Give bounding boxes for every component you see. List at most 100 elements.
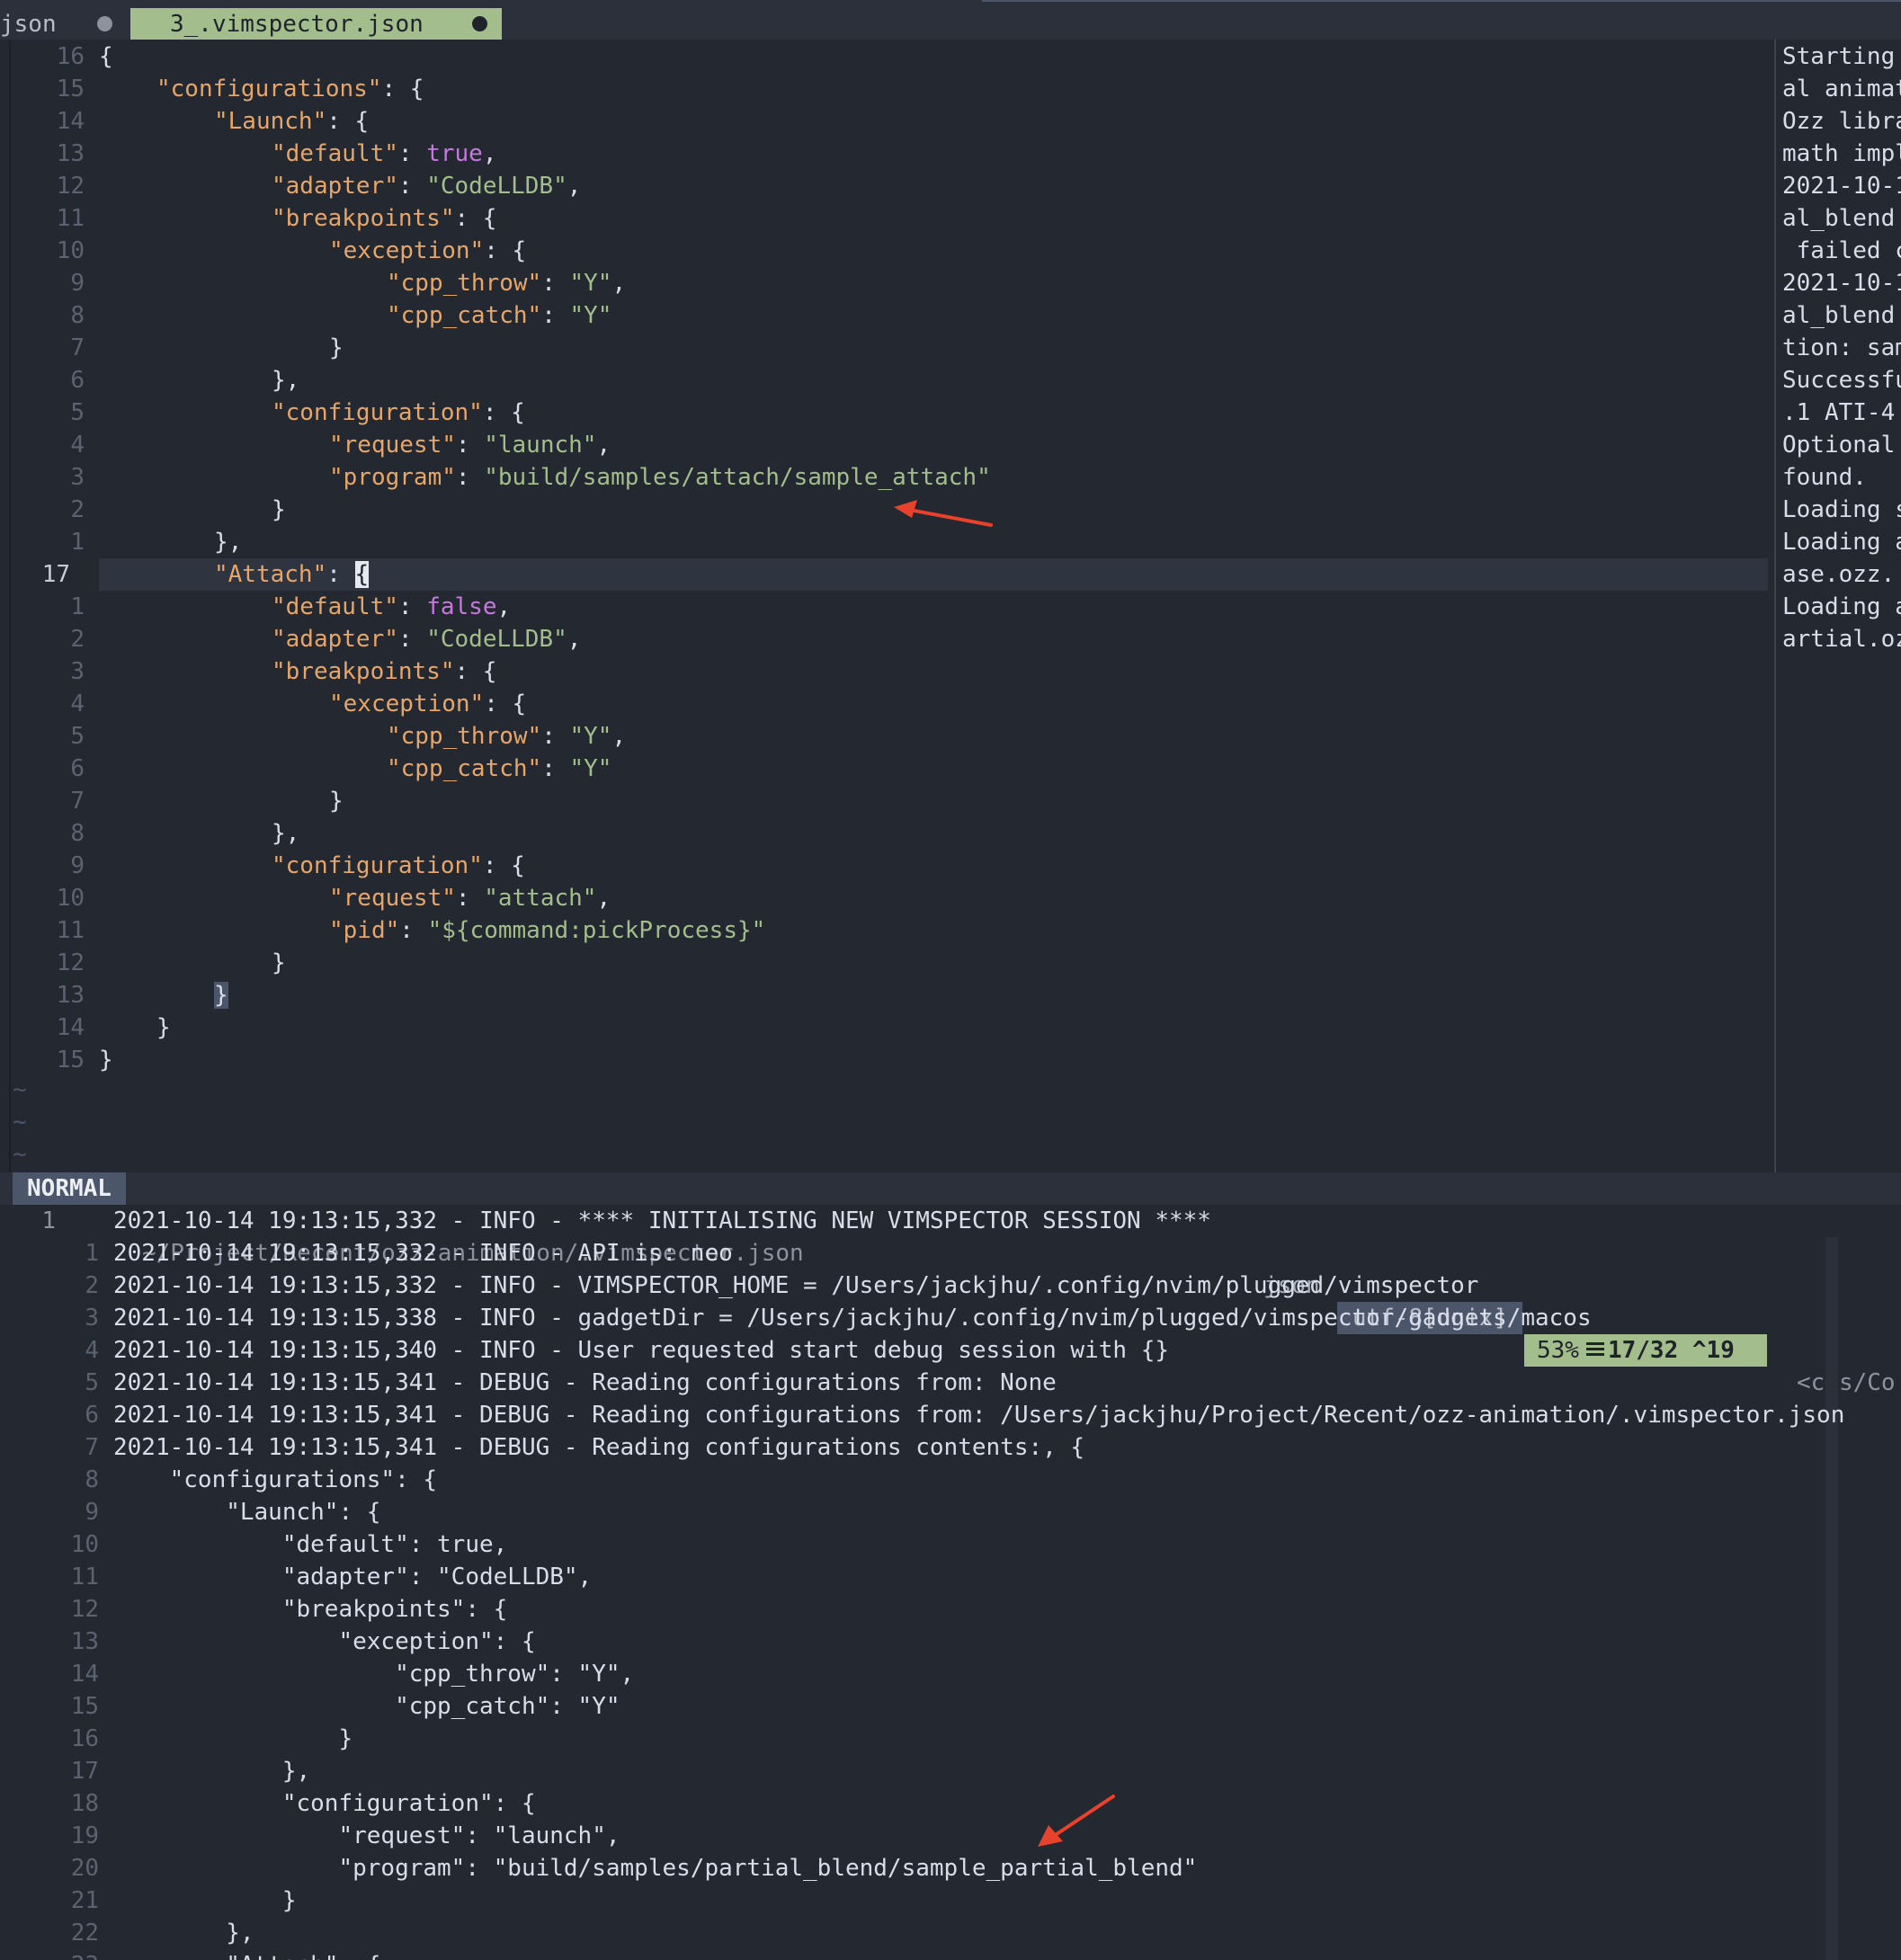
line-number: 20 xyxy=(70,1855,99,1882)
log-text: "default": true, xyxy=(113,1531,508,1558)
log-text: } xyxy=(113,1887,297,1914)
code-text: "cpp_throw": "Y", xyxy=(387,267,626,299)
json-key: "request" xyxy=(329,885,456,912)
json-key: "adapter" xyxy=(272,173,398,200)
punctuation: : { xyxy=(482,852,525,879)
json-key: "breakpoints" xyxy=(272,658,455,685)
output-line: Loading a xyxy=(1782,593,1901,620)
line-number: 15 xyxy=(56,76,85,102)
line-number: 4 xyxy=(70,690,85,717)
json-string: "build/samples/attach/sample_attach" xyxy=(484,464,991,491)
line-number: 21 xyxy=(70,1887,99,1914)
tab-vimspector-json[interactable]: 3_.vimspector.json xyxy=(130,8,502,40)
editor-pane[interactable]: 16{15 "configurations": {14 "Launch": {13 "… xyxy=(0,40,1774,1172)
line-number: 2 xyxy=(85,1272,99,1299)
output-line: ase.ozz. xyxy=(1782,561,1896,588)
punctuation: , xyxy=(482,140,497,167)
json-string: "${command:pickProcess}" xyxy=(427,917,766,944)
line-number: 13 xyxy=(56,982,85,1009)
line-number: 1 xyxy=(70,593,85,620)
punctuation: : { xyxy=(326,108,370,135)
line-number: 8 xyxy=(85,1466,99,1493)
json-key: "exception" xyxy=(329,690,485,717)
line-number: 12 xyxy=(56,949,85,976)
code-text: "request": "attach", xyxy=(329,882,611,914)
line-number: 11 xyxy=(56,917,85,944)
code-text: "request": "launch", xyxy=(329,429,611,461)
line-number: 23 xyxy=(13,1949,99,1960)
line-number: 7 xyxy=(70,788,85,815)
json-key: "configuration" xyxy=(272,399,483,426)
code-text: "exception": { xyxy=(329,688,526,720)
line-number: 13 xyxy=(56,140,85,167)
punctuation: : xyxy=(541,723,570,750)
punctuation: : xyxy=(541,755,570,782)
tab-bar: json 3_.vimspector.json xyxy=(0,0,1901,40)
code-text: "configuration": { xyxy=(272,850,525,882)
output-line: Optional xyxy=(1782,432,1896,459)
line-number: 8 xyxy=(70,302,85,329)
punctuation: } xyxy=(272,496,286,523)
json-boolean: true xyxy=(426,140,483,167)
punctuation: }, xyxy=(272,820,300,847)
output-line: 2021-10-1 xyxy=(1782,173,1901,200)
json-string: "Y" xyxy=(569,302,612,329)
punctuation: , xyxy=(567,626,582,653)
code-text: "configuration": { xyxy=(272,396,525,429)
tab-json[interactable]: json xyxy=(0,8,126,40)
json-string: "launch" xyxy=(484,432,597,459)
code-text: "pid": "${command:pickProcess}" xyxy=(329,914,765,947)
punctuation: , xyxy=(611,723,627,750)
log-text: "program": "build/samples/partial_blend/… xyxy=(113,1855,1198,1882)
line-number: 11 xyxy=(56,205,85,232)
code-text: "breakpoints": { xyxy=(272,202,496,235)
log-text: "Attach": { xyxy=(113,1949,380,1960)
line-number: 5 xyxy=(85,1369,99,1396)
line-number: 12 xyxy=(56,173,85,200)
log-text: "cpp_throw": "Y", xyxy=(113,1661,635,1688)
output-line: artial.oz xyxy=(1782,626,1901,653)
window-edge xyxy=(9,40,11,1172)
output-line: al animat xyxy=(1782,76,1901,102)
code-text: }, xyxy=(214,526,242,558)
tab-label: 3_.vimspector.json xyxy=(170,10,424,38)
log-text: } xyxy=(113,1725,353,1752)
json-string: "Y" xyxy=(569,755,612,782)
log-text: }, xyxy=(113,1758,311,1785)
code-text: "adapter": "CodeLLDB", xyxy=(272,170,581,202)
modified-dot-icon xyxy=(97,16,112,31)
punctuation: } xyxy=(329,788,344,815)
code-text: "cpp_catch": "Y" xyxy=(387,753,611,785)
line-number: 6 xyxy=(70,755,85,782)
line-number: 1 xyxy=(70,529,85,556)
line-number: 22 xyxy=(70,1920,99,1947)
json-key: "adapter" xyxy=(272,626,398,653)
code-text: "default": false, xyxy=(272,591,511,623)
line-number: 3 xyxy=(70,464,85,491)
output-line: Ozz libra xyxy=(1782,108,1901,135)
empty-line-tilde: ~ xyxy=(13,1076,27,1103)
empty-line-tilde: ~ xyxy=(13,1109,27,1136)
json-key: "exception" xyxy=(329,237,485,264)
program-output-window[interactable]: Starting al animat Ozz libra math impl 2021-… xyxy=(1782,40,1901,1172)
code-text: } xyxy=(329,785,344,817)
log-text: "request": "launch", xyxy=(113,1822,620,1849)
mode-indicator: NORMAL xyxy=(13,1172,126,1205)
scrollbar[interactable] xyxy=(1825,1237,1838,1960)
json-key: "cpp_throw" xyxy=(387,723,542,750)
line-number: 6 xyxy=(70,367,85,394)
line-number: 15 xyxy=(56,1047,85,1074)
punctuation: } xyxy=(329,334,344,361)
json-key: "program" xyxy=(329,464,456,491)
json-key: "cpp_throw" xyxy=(387,270,542,297)
vertical-split-border[interactable] xyxy=(1774,40,1776,1172)
code-text: "cpp_catch": "Y" xyxy=(387,299,611,332)
json-key: "Attach" xyxy=(214,561,327,588)
vimspector-log-pane[interactable]: 1 2021-10-14 19:13:15,332 - INFO - **** I… xyxy=(0,1205,1901,1960)
json-boolean: false xyxy=(426,593,497,620)
code-text: }, xyxy=(272,364,299,396)
line-number: 17 xyxy=(70,1758,99,1785)
log-text: }, xyxy=(113,1920,254,1947)
code-text: } xyxy=(99,1044,113,1076)
log-text: 2021-10-14 19:13:15,341 - DEBUG - Readin… xyxy=(113,1369,1057,1396)
